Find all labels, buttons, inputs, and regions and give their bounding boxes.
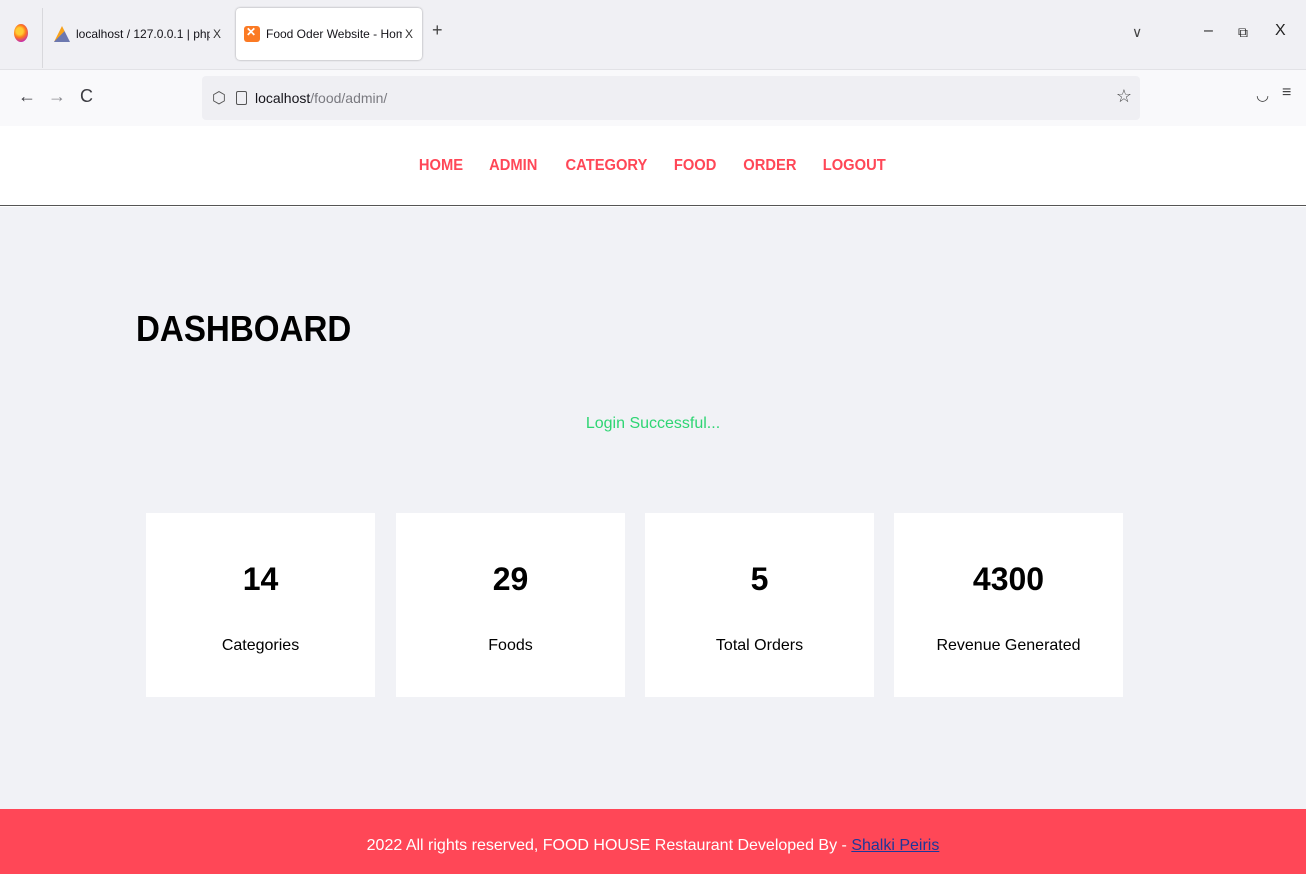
stat-value: 4300 [972,561,1045,597]
tab-title: localhost / 127.0.0.1 | phpMyAdmin [76,27,210,41]
stat-label: Revenue Generated [936,637,1081,654]
tab-close-icon[interactable]: X [402,27,416,41]
pocket-icon[interactable]: ◡ [1256,86,1269,104]
menu-link-admin[interactable]: ADMIN [489,157,537,175]
firefox-logo-icon[interactable] [14,24,28,42]
tab-title: Food Oder Website - Home Page [266,27,402,41]
stat-card-revenue-generated: 4300 Revenue Generated [894,513,1123,697]
url-host: localhost [255,90,311,106]
tab-separator [42,8,43,68]
list-all-tabs-icon[interactable]: ∨ [1132,24,1142,41]
footer-text: 2022 All rights reserved, FOOD HOUSE Res… [366,837,852,854]
menu-link-food[interactable]: FOOD [674,157,717,175]
url-text[interactable]: localhost/food/admin/ [255,90,387,106]
stat-card-categories: 14 Categories [146,513,375,697]
page-title: DASHBOARD [136,308,352,349]
tab-close-icon[interactable]: X [210,27,224,41]
stat-label: Categories [221,637,300,654]
bookmark-star-icon[interactable]: ☆ [1116,86,1132,107]
url-path: /food/admin/ [310,90,388,106]
stat-value: 5 [750,561,769,597]
tab-phpmyadmin[interactable]: localhost / 127.0.0.1 | phpMyAdmin X [52,8,230,60]
address-bar[interactable]: ⬡ localhost/food/admin/ ☆ [202,76,1140,120]
forward-icon[interactable]: → [48,86,66,107]
stat-label: Foods [488,637,533,654]
menu-link-logout[interactable]: LOGOUT [823,157,886,175]
xampp-favicon-icon [244,25,260,42]
stat-value: 29 [492,561,529,597]
dashboard-main: DASHBOARD Login Successful... 14 Categor… [0,207,1306,809]
minimize-window-icon[interactable]: – [1204,22,1213,40]
page-info-icon[interactable] [236,91,247,105]
phpmyadmin-favicon-icon [54,26,70,42]
stat-label: Total Orders [715,637,804,654]
browser-tab-strip: localhost / 127.0.0.1 | phpMyAdmin X Foo… [0,0,1306,70]
footer-author-link[interactable]: Shalki Peiris [851,837,939,854]
reload-icon[interactable]: C [80,86,93,107]
stat-value: 14 [242,561,279,597]
site-footer: 2022 All rights reserved, FOOD HOUSE Res… [0,809,1306,874]
login-success-message: Login Successful... [585,415,721,432]
back-icon[interactable]: ← [18,86,36,107]
restore-window-icon[interactable]: ⧉ [1238,24,1248,41]
stat-card-foods: 29 Foods [396,513,625,697]
browser-navigation-bar: ← → C ⬡ localhost/food/admin/ ☆ ◡ ≡ [0,70,1306,126]
tracking-protection-shield-icon[interactable]: ⬡ [212,88,230,108]
stat-card-total-orders: 5 Total Orders [645,513,874,697]
close-window-icon[interactable]: X [1275,22,1286,40]
new-tab-button[interactable]: + [432,20,443,41]
menu-link-order[interactable]: ORDER [743,157,796,175]
hamburger-menu-icon[interactable]: ≡ [1282,84,1291,102]
menu-link-home[interactable]: HOME [419,157,463,175]
menu-link-category[interactable]: CATEGORY [565,157,647,175]
site-menu: HOME ADMIN CATEGORY FOOD ORDER LOGOUT [0,126,1306,206]
tab-food-oder-website[interactable]: Food Oder Website - Home Page X [236,8,422,60]
